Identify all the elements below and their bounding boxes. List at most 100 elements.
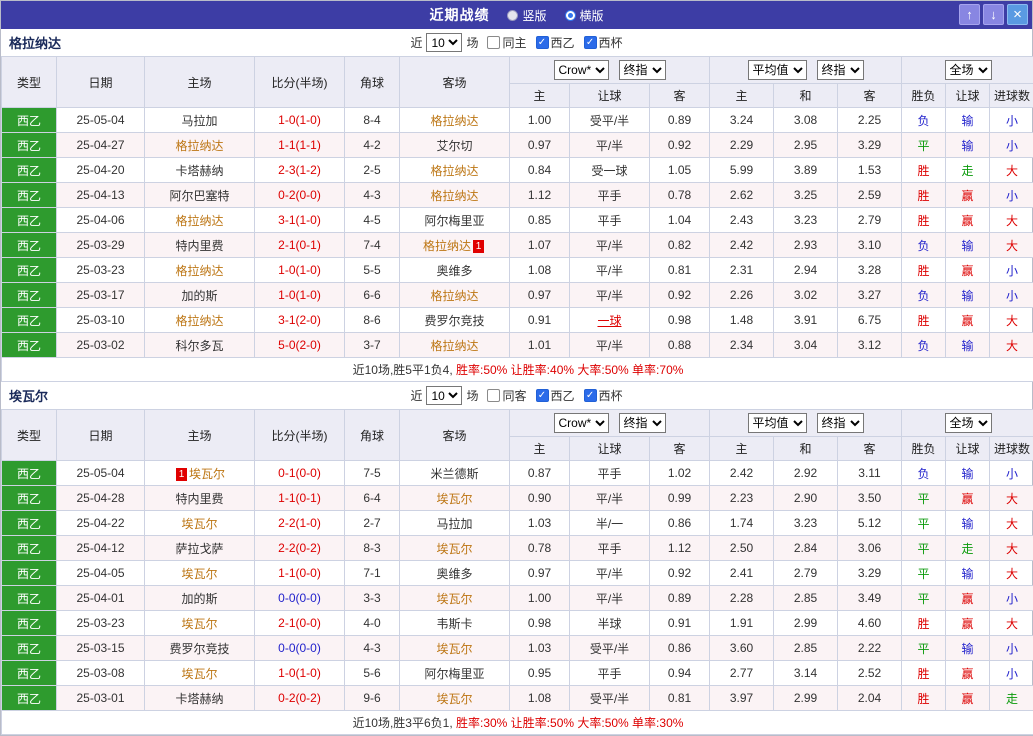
match-score: 1-1(0-1) xyxy=(255,486,345,511)
league-type: 西乙 xyxy=(2,661,57,686)
avg-away-odds: 3.12 xyxy=(838,333,902,358)
euro-stage-select[interactable]: 终指 xyxy=(817,413,864,433)
match-date: 25-03-23 xyxy=(57,611,145,636)
summary-cell: 近10场,胜5平1负4, 胜率:50% 让胜率:40% 大率:50% 单率:70… xyxy=(2,358,1033,382)
away-team: 埃瓦尔 xyxy=(400,636,510,661)
avg-draw-odds: 2.92 xyxy=(774,461,838,486)
league-checkbox[interactable]: ✓ xyxy=(536,389,549,402)
same-venue-label: 同主 xyxy=(502,34,526,51)
odds-stage-select[interactable]: 终指 xyxy=(619,60,666,80)
filter-league[interactable]: ✓西乙 xyxy=(536,387,575,404)
home-odds: 1.07 xyxy=(510,233,570,258)
avg-home-odds: 3.24 xyxy=(710,108,774,133)
match-result: 胜 xyxy=(902,258,946,283)
same-venue-checkbox[interactable] xyxy=(487,36,500,49)
match-result: 胜 xyxy=(902,208,946,233)
away-team: 格拉纳达 xyxy=(400,283,510,308)
filter-same-venue[interactable]: 同客 xyxy=(487,387,526,404)
team-name: 韦斯卡 xyxy=(436,617,472,631)
cup-checkbox[interactable]: ✓ xyxy=(584,36,597,49)
close-icon: × xyxy=(1013,6,1022,23)
corner-score: 4-0 xyxy=(345,611,400,636)
goals-result: 大 xyxy=(990,486,1033,511)
same-venue-checkbox[interactable] xyxy=(487,389,500,402)
odds-company-select[interactable]: Crow* xyxy=(554,413,609,433)
home-team: 萨拉戈萨 xyxy=(145,536,255,561)
avg-home-odds: 3.97 xyxy=(710,686,774,711)
match-score: 3-1(2-0) xyxy=(255,308,345,333)
match-count-select[interactable]: 10 xyxy=(426,386,462,405)
avg-home-odds: 1.91 xyxy=(710,611,774,636)
vertical-layout-radio[interactable]: 竖版 xyxy=(507,7,546,24)
league-type: 西乙 xyxy=(2,158,57,183)
match-score: 2-1(0-0) xyxy=(255,611,345,636)
euro-stage-select[interactable]: 终指 xyxy=(817,60,864,80)
euro-company-select[interactable]: 平均值 xyxy=(748,413,807,433)
same-venue-label: 同客 xyxy=(502,387,526,404)
handicap-line: 平手 xyxy=(570,183,650,208)
filter-cup[interactable]: ✓西杯 xyxy=(584,34,623,51)
team-name: 格拉纳达 xyxy=(430,114,478,128)
league-type: 西乙 xyxy=(2,511,57,536)
match-score: 0-0(0-0) xyxy=(255,636,345,661)
team-name: 费罗尔竞技 xyxy=(169,642,229,656)
sub-header-result: 胜负 xyxy=(902,84,946,108)
match-score: 2-1(0-1) xyxy=(255,233,345,258)
home-odds: 0.97 xyxy=(510,561,570,586)
filter-same-venue[interactable]: 同主 xyxy=(487,34,526,51)
filter-league[interactable]: ✓西乙 xyxy=(536,34,575,51)
section-header: 埃瓦尔 近 10 场 同客 ✓西乙 ✓西杯 xyxy=(1,382,1032,409)
goals-result: 小 xyxy=(990,661,1033,686)
radio-dot-icon xyxy=(507,10,518,21)
odds-company-select[interactable]: Crow* xyxy=(554,60,609,80)
match-row: 西乙25-04-22埃瓦尔2-2(1-0)2-7马拉加1.03半/一0.861.… xyxy=(2,511,1033,536)
team-name: 奥维多 xyxy=(436,567,472,581)
avg-draw-odds: 3.23 xyxy=(774,511,838,536)
euro-company-select[interactable]: 平均值 xyxy=(748,60,807,80)
match-row: 西乙25-04-05埃瓦尔1-1(0-0)7-1奥维多0.97平/半0.922.… xyxy=(2,561,1033,586)
arrow-down-icon: ↓ xyxy=(990,7,997,22)
titlebar-buttons: ↑ ↓ × xyxy=(959,4,1028,25)
match-result: 平 xyxy=(902,561,946,586)
match-scope-select[interactable]: 全场 xyxy=(945,60,992,80)
match-date: 25-03-17 xyxy=(57,283,145,308)
col-header-home: 主场 xyxy=(145,57,255,108)
match-count-select[interactable]: 10 xyxy=(426,33,462,52)
match-result: 负 xyxy=(902,233,946,258)
col-header-home: 主场 xyxy=(145,410,255,461)
avg-home-odds: 5.99 xyxy=(710,158,774,183)
goals-result: 小 xyxy=(990,183,1033,208)
avg-away-odds: 2.52 xyxy=(838,661,902,686)
cup-checkbox[interactable]: ✓ xyxy=(584,389,597,402)
handicap-line: 一球 xyxy=(570,308,650,333)
home-team: 卡塔赫纳 xyxy=(145,158,255,183)
corner-score: 7-5 xyxy=(345,461,400,486)
filter-cup[interactable]: ✓西杯 xyxy=(584,387,623,404)
match-scope-select[interactable]: 全场 xyxy=(945,413,992,433)
avg-away-odds: 3.50 xyxy=(838,486,902,511)
col-header-corner: 角球 xyxy=(345,57,400,108)
handicap-line: 平/半 xyxy=(570,333,650,358)
avg-home-odds: 2.77 xyxy=(710,661,774,686)
match-row: 西乙25-04-27格拉纳达1-1(1-1)4-2艾尔切0.97平/半0.922… xyxy=(2,133,1033,158)
handicap-line: 半球 xyxy=(570,611,650,636)
close-button[interactable]: × xyxy=(1007,4,1028,25)
league-label: 西乙 xyxy=(551,34,575,51)
league-type: 西乙 xyxy=(2,258,57,283)
league-type: 西乙 xyxy=(2,233,57,258)
corner-score: 4-3 xyxy=(345,183,400,208)
scroll-down-button[interactable]: ↓ xyxy=(983,4,1004,25)
avg-away-odds: 3.06 xyxy=(838,536,902,561)
goals-result: 小 xyxy=(990,586,1033,611)
away-odds: 0.86 xyxy=(650,511,710,536)
league-checkbox[interactable]: ✓ xyxy=(536,36,549,49)
vertical-layout-label: 竖版 xyxy=(522,7,546,24)
avg-away-odds: 2.25 xyxy=(838,108,902,133)
handicap-line: 平/半 xyxy=(570,283,650,308)
horizontal-layout-radio[interactable]: 横版 xyxy=(565,7,604,24)
scroll-up-button[interactable]: ↑ xyxy=(959,4,980,25)
away-odds: 1.05 xyxy=(650,158,710,183)
odds-stage-select[interactable]: 终指 xyxy=(619,413,666,433)
avg-away-odds: 2.04 xyxy=(838,686,902,711)
away-odds: 0.94 xyxy=(650,661,710,686)
